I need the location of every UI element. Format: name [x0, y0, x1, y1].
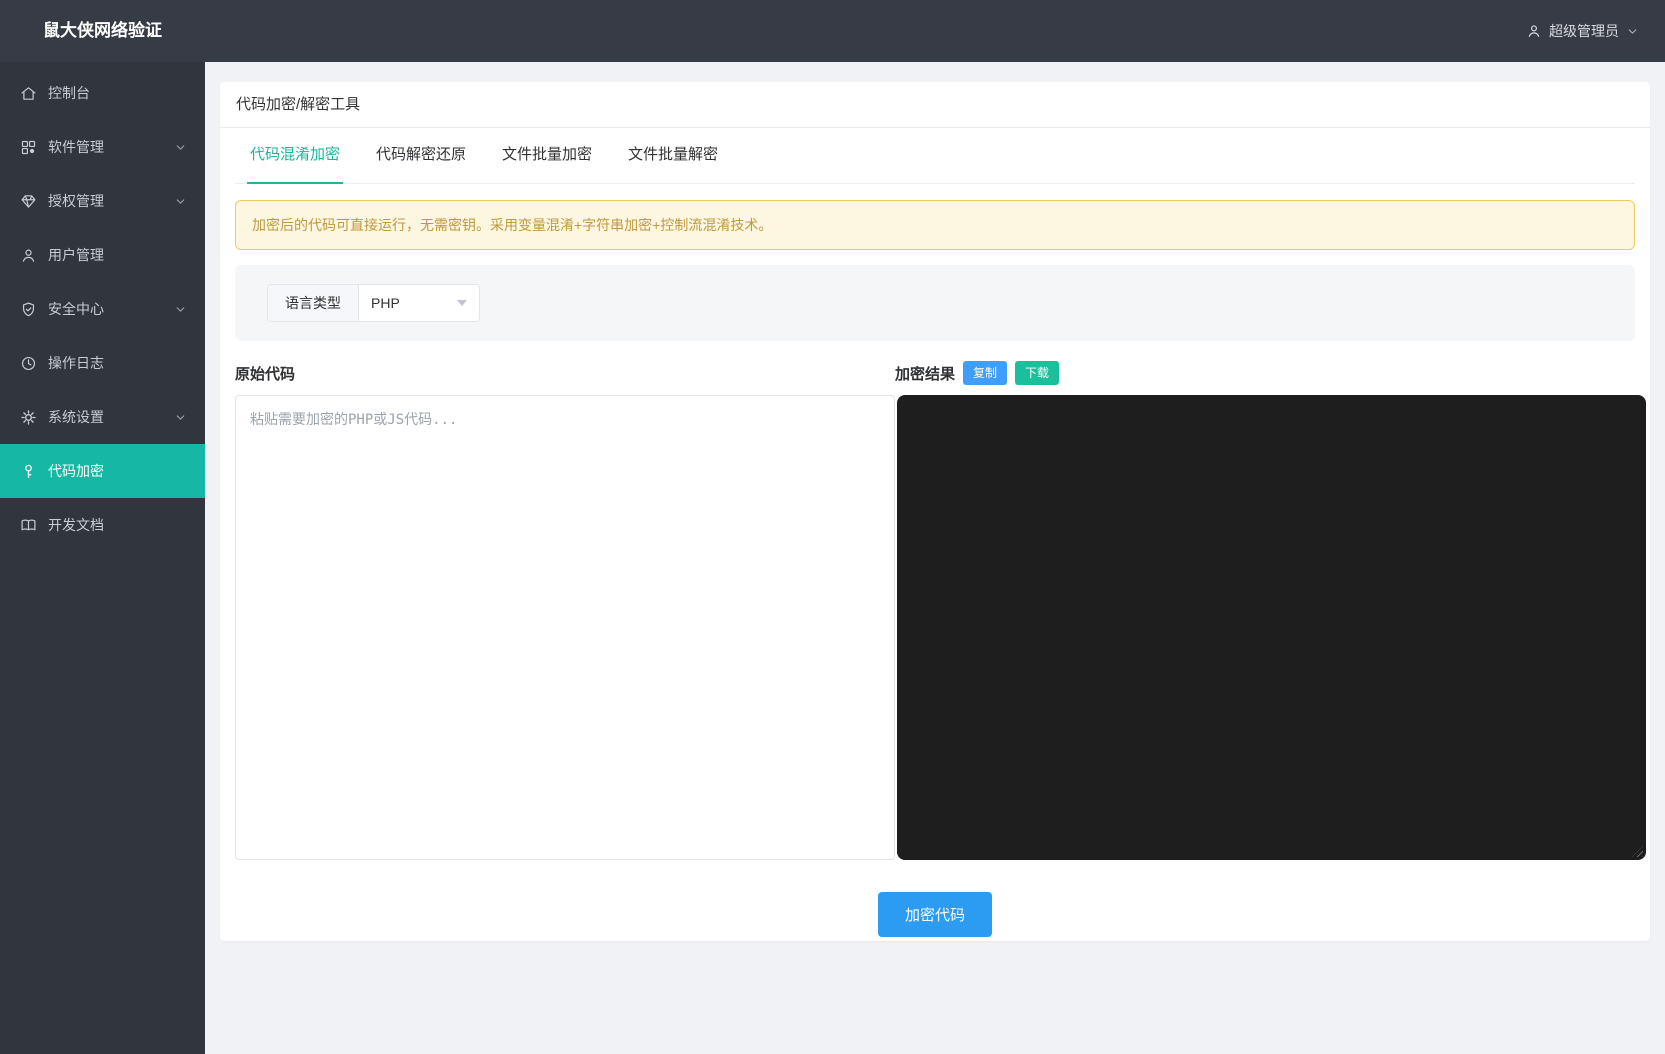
language-select[interactable]: PHP	[359, 285, 479, 321]
source-code-input[interactable]	[235, 395, 895, 860]
book-icon	[20, 517, 37, 534]
action-row: 加密代码	[220, 892, 1650, 937]
chevron-down-icon	[174, 141, 187, 154]
sidebar-item-label: 操作日志	[48, 353, 187, 373]
sidebar-item-label: 用户管理	[48, 245, 187, 265]
encrypted-result-output[interactable]	[897, 395, 1646, 860]
encrypt-code-button[interactable]: 加密代码	[878, 892, 992, 937]
result-title: 加密结果	[895, 363, 955, 384]
sidebar-item-dashboard[interactable]: 控制台	[0, 66, 205, 120]
tab-batch-file-encrypt[interactable]: 文件批量加密	[499, 128, 595, 184]
sidebar: 鼠大侠网络验证 控制台 软件管理 授权管理 用户管理 安全中心 操作日志	[0, 0, 205, 1054]
clock-icon	[20, 355, 37, 372]
sidebar-menu: 控制台 软件管理 授权管理 用户管理 安全中心 操作日志 系统设置	[0, 62, 205, 552]
caret-down-icon	[457, 300, 467, 306]
chevron-down-icon	[1626, 25, 1639, 38]
sidebar-item-settings[interactable]: 系统设置	[0, 390, 205, 444]
user-icon	[20, 247, 37, 264]
main-content: 代码加密/解密工具 代码混淆加密 代码解密还原 文件批量加密 文件批量解密 加密…	[205, 62, 1665, 1054]
gem-icon	[20, 193, 37, 210]
tab-obfuscate-encrypt[interactable]: 代码混淆加密	[247, 128, 343, 184]
sidebar-item-security[interactable]: 安全中心	[0, 282, 205, 336]
info-alert: 加密后的代码可直接运行，无需密钥。采用变量混淆+字符串加密+控制流混淆技术。	[235, 200, 1635, 250]
sidebar-item-label: 授权管理	[48, 191, 174, 211]
page-title: 代码加密/解密工具	[220, 82, 1650, 128]
sidebar-item-docs[interactable]: 开发文档	[0, 498, 205, 552]
sidebar-item-label: 系统设置	[48, 407, 174, 427]
sidebar-item-label: 开发文档	[48, 515, 187, 535]
copy-button[interactable]: 复制	[963, 361, 1007, 385]
sidebar-item-label: 安全中心	[48, 299, 174, 319]
options-panel: 语言类型 PHP	[235, 265, 1635, 341]
tool-card: 代码加密/解密工具 代码混淆加密 代码解密还原 文件批量加密 文件批量解密 加密…	[220, 82, 1650, 941]
chevron-down-icon	[174, 195, 187, 208]
resize-handle[interactable]	[1632, 846, 1643, 857]
io-headers: 原始代码 加密结果 复制 下载	[235, 361, 1635, 385]
apps-icon	[20, 139, 37, 156]
sidebar-item-label: 控制台	[48, 83, 187, 103]
topbar: 超级管理员	[205, 0, 1665, 62]
language-group: 语言类型 PHP	[267, 284, 480, 322]
language-label: 语言类型	[268, 285, 359, 321]
sidebar-item-label: 代码加密	[48, 461, 187, 481]
sidebar-item-logs[interactable]: 操作日志	[0, 336, 205, 390]
person-icon	[1526, 23, 1542, 39]
sidebar-item-license[interactable]: 授权管理	[0, 174, 205, 228]
sidebar-item-code-encrypt[interactable]: 代码加密	[0, 444, 205, 498]
chevron-down-icon	[174, 303, 187, 316]
tab-batch-file-decrypt[interactable]: 文件批量解密	[625, 128, 721, 184]
chevron-down-icon	[174, 411, 187, 424]
key-icon	[20, 463, 37, 480]
tool-tabs: 代码混淆加密 代码解密还原 文件批量加密 文件批量解密	[235, 128, 1635, 184]
gear-icon	[20, 409, 37, 426]
sidebar-item-software[interactable]: 软件管理	[0, 120, 205, 174]
sidebar-item-label: 软件管理	[48, 137, 174, 157]
username: 超级管理员	[1549, 21, 1619, 41]
app-logo: 鼠大侠网络验证	[0, 0, 205, 62]
source-title: 原始代码	[235, 363, 895, 384]
shield-check-icon	[20, 301, 37, 318]
home-icon	[20, 85, 37, 102]
io-areas	[235, 395, 1646, 860]
tab-decrypt-restore[interactable]: 代码解密还原	[373, 128, 469, 184]
sidebar-item-users[interactable]: 用户管理	[0, 228, 205, 282]
language-selected-value: PHP	[371, 295, 400, 311]
download-button[interactable]: 下载	[1015, 361, 1059, 385]
user-menu[interactable]: 超级管理员	[1526, 21, 1639, 41]
